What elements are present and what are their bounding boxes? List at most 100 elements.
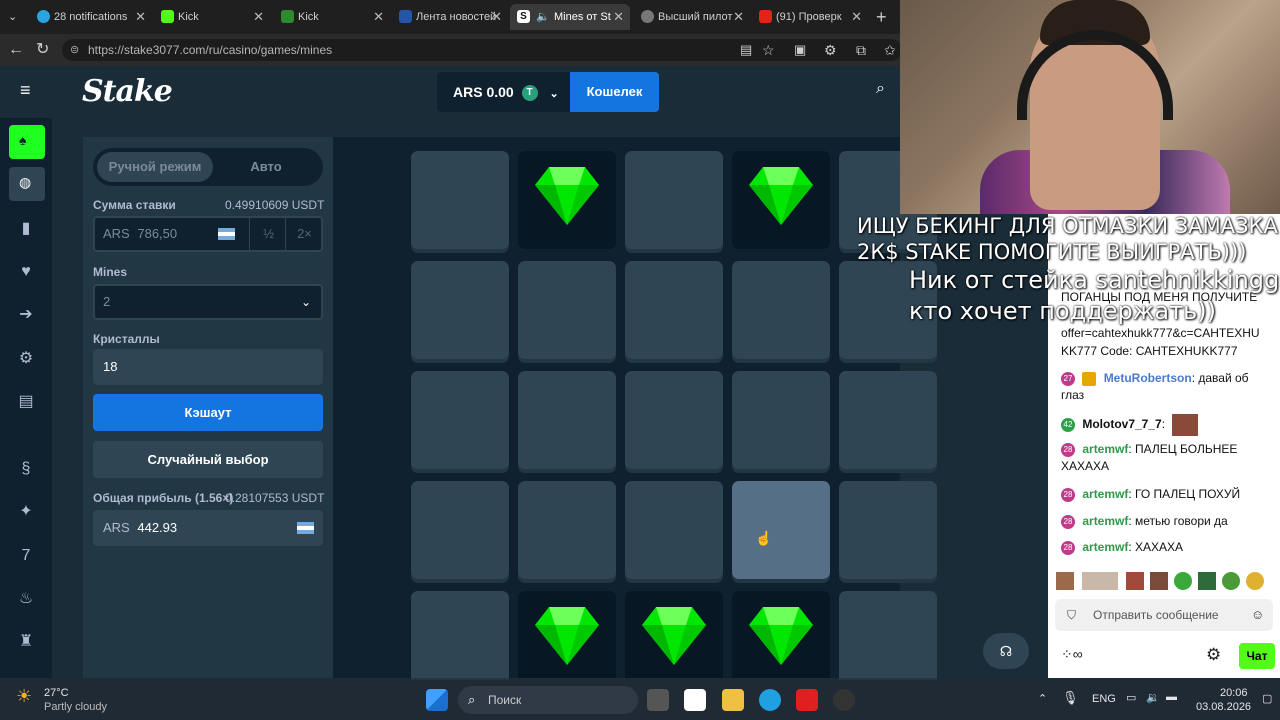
speaker-icon[interactable]: 🔈 (536, 4, 550, 30)
emote-icon[interactable] (1246, 572, 1264, 590)
edge-icon[interactable] (759, 689, 781, 711)
mine-tile[interactable] (732, 261, 830, 359)
reader-icon[interactable]: ▤ (740, 34, 752, 66)
emoji-icon[interactable]: ☺ (1251, 599, 1264, 631)
extension-badge-icon[interactable]: ▣ (794, 34, 806, 66)
mine-tile[interactable] (411, 151, 509, 249)
cashout-button[interactable]: Кэшаут (93, 394, 323, 431)
chat-username[interactable]: artemwf (1082, 540, 1128, 554)
menu-icon[interactable]: ≡ (20, 80, 31, 101)
mine-tile[interactable] (518, 371, 616, 469)
emote-icon[interactable] (1198, 572, 1216, 590)
flame-icon[interactable]: ♨ (16, 589, 36, 609)
double-bet-button[interactable]: 2× (285, 218, 323, 250)
mine-tile[interactable] (839, 481, 937, 579)
language-indicator[interactable]: ENG (1092, 693, 1116, 705)
close-icon[interactable]: ✕ (733, 4, 744, 30)
tab-pilot[interactable]: Высший пилот ✕ (634, 4, 750, 30)
half-bet-button[interactable]: ½ (249, 218, 287, 250)
tab-kick-2[interactable]: Kick ✕ (274, 4, 390, 30)
stake-original-icon[interactable]: § (16, 459, 36, 479)
mine-tile[interactable] (839, 371, 937, 469)
sports-button[interactable]: ◍ (9, 167, 45, 201)
mine-tile[interactable] (518, 261, 616, 359)
tab-auto-mode[interactable]: Авто (213, 152, 319, 182)
star-icon[interactable]: ☆ (762, 34, 775, 66)
gear-icon[interactable]: ⚙ (1206, 645, 1221, 665)
chat-send-button[interactable]: Чат (1239, 643, 1275, 669)
mine-tile[interactable] (518, 151, 616, 249)
extensions-icon[interactable]: ⚙ (824, 34, 837, 66)
stake-logo[interactable]: Stake (82, 74, 173, 109)
tab-kick-1[interactable]: Kick ✕ (154, 4, 270, 30)
yandex-icon[interactable] (796, 689, 818, 711)
yandex-browser-icon[interactable] (684, 689, 706, 711)
task-view-icon[interactable] (647, 689, 669, 711)
favorites-icon[interactable]: ✩ (884, 34, 896, 66)
windows-start-icon[interactable] (426, 689, 448, 711)
mine-tile[interactable] (625, 151, 723, 249)
balance-selector[interactable]: ARS 0.00 T ⌄ (437, 72, 570, 112)
file-explorer-icon[interactable] (722, 689, 744, 711)
bookmark-icon[interactable]: ▮ (16, 219, 36, 239)
sparkle-icon[interactable]: ✦ (16, 502, 36, 522)
mine-tile[interactable] (732, 591, 830, 678)
back-icon[interactable]: ← (8, 34, 24, 66)
emote-icon[interactable] (1082, 572, 1118, 590)
close-icon[interactable]: ✕ (135, 4, 146, 30)
emote-icon[interactable] (1150, 572, 1168, 590)
new-tab-icon[interactable]: + (876, 0, 887, 34)
weather-text[interactable]: Partly cloudy (44, 701, 107, 713)
arrow-right-icon[interactable]: ➔ (16, 305, 36, 325)
emote-icon[interactable] (1056, 572, 1074, 590)
mine-tile[interactable] (411, 591, 509, 678)
gear-icon[interactable]: ⚙ (16, 349, 36, 369)
site-info-icon[interactable]: ⊜ (70, 39, 79, 61)
taskbar-search[interactable]: ⌕ Поиск (458, 686, 638, 714)
mine-tile[interactable] (411, 481, 509, 579)
chat-message-input[interactable]: ⛉ Отправить сообщение ☺ (1055, 599, 1273, 631)
search-icon[interactable]: ⌕ (876, 80, 885, 98)
close-icon[interactable]: ✕ (613, 4, 624, 30)
obs-icon[interactable] (833, 689, 855, 711)
mine-tile[interactable] (518, 591, 616, 678)
close-icon[interactable]: ✕ (253, 4, 264, 30)
mine-tile[interactable] (732, 481, 830, 579)
mine-tile[interactable] (518, 481, 616, 579)
tab-list-icon[interactable]: ⌄ (8, 0, 17, 34)
tab-manual-mode[interactable]: Ручной режим (97, 152, 213, 182)
mine-tile[interactable] (732, 151, 830, 249)
mine-tile[interactable] (625, 261, 723, 359)
mine-tile[interactable] (625, 591, 723, 678)
bet-amount-input[interactable]: 786,50 (137, 226, 177, 241)
battery-icon[interactable]: ▬ (1166, 691, 1177, 703)
url-field[interactable]: ⊜ https://stake3077.com/ru/casino/games/… (62, 39, 902, 61)
weather-temp[interactable]: 27°C (44, 687, 69, 699)
support-button[interactable]: ☊ (983, 633, 1029, 669)
points-icon[interactable]: ⁘∞ (1061, 646, 1083, 663)
emote-icon[interactable] (1126, 572, 1144, 590)
mine-tile[interactable] (625, 371, 723, 469)
chevron-up-icon[interactable]: ⌃ (1038, 692, 1047, 705)
mine-tile[interactable] (411, 371, 509, 469)
emote-icon[interactable] (1174, 572, 1192, 590)
chat-username[interactable]: artemwf (1082, 442, 1128, 456)
mine-tile[interactable] (411, 261, 509, 359)
chat-username[interactable]: MetuRobertson (1104, 371, 1192, 385)
close-icon[interactable]: ✕ (373, 4, 384, 30)
bet-amount-field[interactable]: ARS 786,50 ½ 2× (93, 216, 323, 252)
document-icon[interactable]: ▤ (16, 392, 36, 412)
notifications-icon[interactable]: ▢ (1262, 692, 1272, 705)
casino-button[interactable]: ♠ (9, 125, 45, 159)
clock-date[interactable]: 03.08.2026 (1196, 701, 1251, 713)
network-icon[interactable]: ▭ (1126, 691, 1136, 704)
close-icon[interactable]: ✕ (851, 4, 862, 30)
mine-tile[interactable] (839, 591, 937, 678)
wallet-button[interactable]: Кошелек (570, 72, 659, 112)
close-icon[interactable]: ✕ (491, 4, 502, 30)
mine-tile[interactable] (625, 481, 723, 579)
chat-username[interactable]: artemwf (1082, 514, 1128, 528)
live-casino-icon[interactable]: ♜ (16, 632, 36, 652)
tab-youtube[interactable]: (91) Проверк ✕ (752, 4, 868, 30)
emote-icon[interactable] (1222, 572, 1240, 590)
